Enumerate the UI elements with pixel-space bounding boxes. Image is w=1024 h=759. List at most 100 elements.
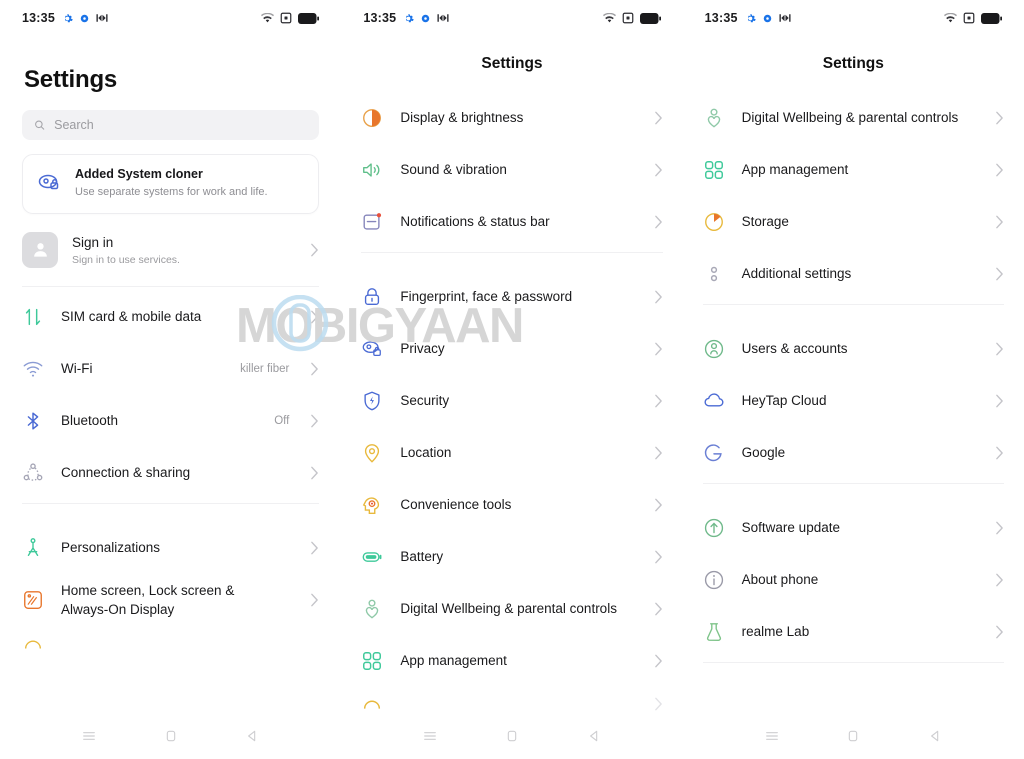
- home-button[interactable]: [504, 728, 520, 744]
- promo-title: Added System cloner: [75, 167, 203, 181]
- chevron-right-icon: [996, 342, 1003, 356]
- list-item[interactable]: Notifications & status bar: [361, 196, 662, 248]
- account-wrap: Sign in Sign in to use services.: [0, 214, 341, 291]
- list-item[interactable]: realme Lab: [703, 606, 1004, 658]
- status-bar-left: 13:35: [22, 11, 108, 25]
- back-button[interactable]: [586, 728, 602, 744]
- chevron-right-icon: [311, 541, 319, 555]
- network-icon: [437, 14, 449, 22]
- connection-sharing-icon: [23, 463, 43, 481]
- list-item[interactable]: HeyTap Cloud: [703, 375, 1004, 427]
- list-item-partial[interactable]: [22, 626, 319, 660]
- list-item[interactable]: Privacy: [361, 323, 662, 375]
- search-input[interactable]: [54, 118, 308, 132]
- list-item-label: About phone: [741, 572, 819, 588]
- network-icon: [779, 14, 791, 22]
- notifications-status-bar-icon: [363, 213, 382, 230]
- divider: [702, 483, 1004, 484]
- list-item-label: Digital Wellbeing & parental controls: [741, 110, 959, 126]
- home-lock-screen-icon: [24, 590, 42, 609]
- sign-in-subtitle: Sign in to use services.: [72, 254, 180, 267]
- list-item[interactable]: About phone: [703, 554, 1004, 606]
- battery-icon: [980, 12, 1002, 24]
- promo-wrap: Added System cloner Use separate systems…: [0, 140, 341, 214]
- chevron-right-icon: [311, 243, 319, 257]
- status-bar-right: [943, 12, 1002, 24]
- chevron-right-icon: [311, 414, 319, 428]
- list-item[interactable]: Software update: [703, 502, 1004, 554]
- menu-button[interactable]: [81, 728, 97, 744]
- list-item-partial[interactable]: [361, 687, 662, 713]
- promo-subtitle: Use separate systems for work and life.: [75, 185, 268, 198]
- list-item-label: App management: [400, 653, 507, 669]
- list-item[interactable]: Location: [361, 427, 662, 479]
- list-item-value: killer fiber: [240, 362, 290, 375]
- list-item[interactable]: App management: [361, 635, 662, 687]
- chevron-right-icon: [996, 625, 1003, 639]
- battery-icon: [298, 12, 320, 24]
- list-item[interactable]: Digital Wellbeing & parental controls: [361, 583, 662, 635]
- list-item[interactable]: Security: [361, 375, 662, 427]
- list-item[interactable]: App management: [703, 144, 1004, 196]
- home-button[interactable]: [163, 728, 179, 744]
- list-item[interactable]: Additional settings: [703, 248, 1004, 300]
- list-item[interactable]: Users & accounts: [703, 323, 1004, 375]
- list-item-label: App management: [741, 162, 849, 178]
- chevron-right-icon: [654, 697, 662, 711]
- status-bar-right: [602, 12, 661, 24]
- wifi-icon: [23, 361, 43, 377]
- list-item[interactable]: Google: [703, 427, 1004, 479]
- list-item[interactable]: Personalizations: [22, 522, 319, 574]
- storage-pie-icon: [704, 213, 723, 231]
- status-bar-left: 13:35: [705, 11, 791, 25]
- list-item[interactable]: Digital Wellbeing & parental controls: [703, 92, 1004, 144]
- list-item-label: Storage: [741, 214, 789, 230]
- screen-record-icon: [963, 12, 975, 24]
- users-accounts-icon: [704, 339, 723, 359]
- list-item[interactable]: Fingerprint, face & password: [361, 271, 662, 323]
- about-phone-info-icon: [704, 570, 723, 590]
- sign-in-row[interactable]: Sign in Sign in to use services.: [22, 230, 319, 282]
- status-bar-left: 13:35: [363, 11, 449, 25]
- digital-wellbeing-icon: [366, 599, 379, 619]
- chevron-right-icon: [996, 267, 1003, 281]
- home-button[interactable]: [845, 728, 861, 744]
- list-item[interactable]: Battery: [361, 531, 662, 583]
- realme-lab-flask-icon: [706, 623, 721, 641]
- system-cloner-card[interactable]: Added System cloner Use separate systems…: [22, 154, 320, 214]
- sign-in-title: Sign in: [72, 234, 114, 250]
- list-item[interactable]: Sound & vibration: [361, 144, 662, 196]
- list-item[interactable]: Convenience tools: [361, 479, 662, 531]
- search-box[interactable]: [22, 110, 320, 140]
- gear-icon: [747, 13, 756, 22]
- back-button[interactable]: [244, 728, 260, 744]
- list-item[interactable]: SIM card & mobile data: [22, 291, 319, 343]
- status-bar-3: 13:35: [683, 0, 1024, 36]
- list-item[interactable]: Connection & sharing: [22, 447, 319, 499]
- list-item[interactable]: Display & brightness: [361, 92, 662, 144]
- fingerprint-lock-icon: [365, 288, 380, 306]
- page-title: Settings: [24, 66, 118, 93]
- back-button[interactable]: [927, 728, 943, 744]
- page-title-wrap-3: Settings: [683, 36, 1024, 92]
- gear-icon: [64, 13, 73, 22]
- partial-icon: [24, 640, 42, 649]
- chevron-right-icon: [311, 466, 319, 480]
- list-item[interactable]: Wi-Fi killer fiber: [22, 343, 319, 395]
- chevron-right-icon: [654, 111, 662, 125]
- list-item-label: Display & brightness: [400, 110, 524, 126]
- menu-button[interactable]: [764, 728, 780, 744]
- app-management-icon: [704, 161, 723, 179]
- search-wrap: [0, 98, 341, 140]
- list-item-label: Additional settings: [741, 266, 852, 282]
- list-item-label: Fingerprint, face & password: [400, 289, 573, 305]
- personalizations-compass-icon: [27, 537, 39, 556]
- list-item[interactable]: Storage: [703, 196, 1004, 248]
- list-item[interactable]: Bluetooth Off: [22, 395, 319, 447]
- list-item[interactable]: Home screen, Lock screen & Always-On Dis…: [22, 574, 319, 626]
- status-bar-right: [261, 12, 320, 24]
- gear-icon: [406, 13, 415, 22]
- avatar: [22, 231, 58, 268]
- list-item-label: Users & accounts: [741, 341, 848, 357]
- menu-button[interactable]: [422, 728, 438, 744]
